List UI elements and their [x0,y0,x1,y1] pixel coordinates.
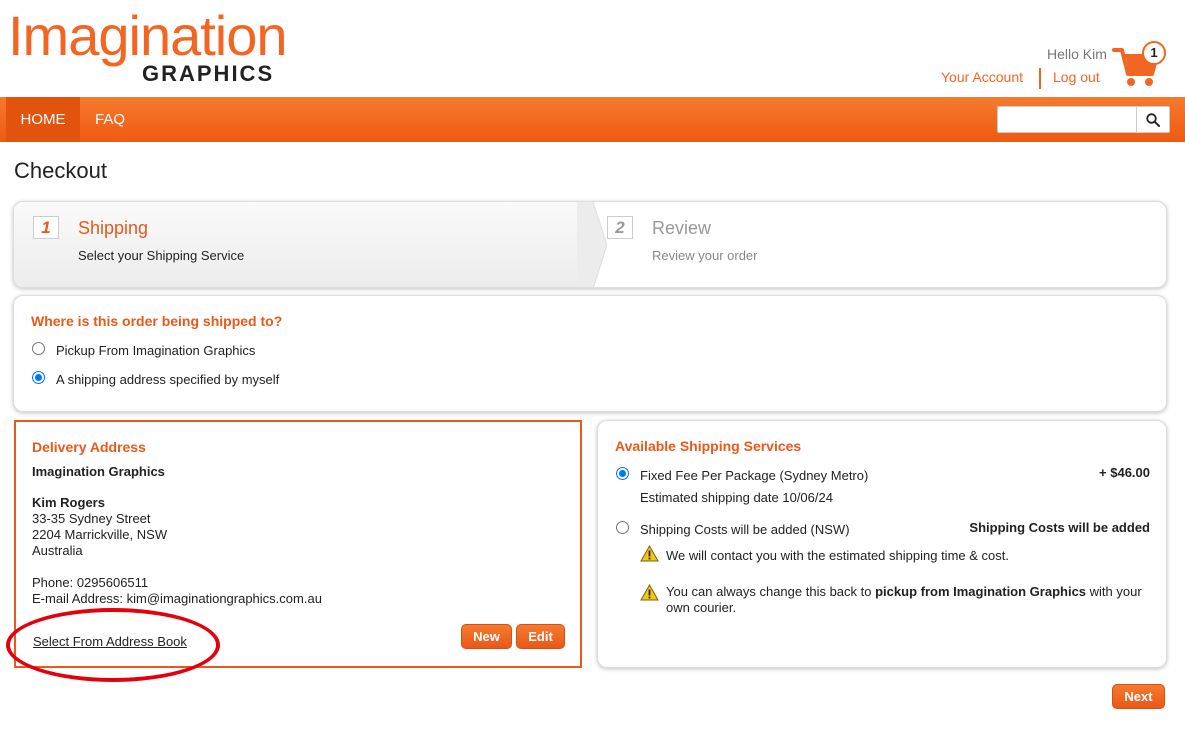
contact-note: We will contact you with the estimated s… [666,548,1009,563]
site-logo[interactable]: Imagination GRAPHICS [8,8,328,88]
search-input[interactable] [998,107,1136,132]
highlight-annotation-ellipse [6,608,220,682]
pickup-radio-label[interactable]: Pickup From Imagination Graphics [56,343,255,358]
pickup-note-line2: own courier. [666,600,737,615]
nsw-costs-price: Shipping Costs will be added [969,520,1150,535]
ship-to-question: Where is this order being shipped to? [31,313,283,329]
site-header: Imagination GRAPHICS Hello Kim Your Acco… [0,0,1185,97]
ship-to-panel: Where is this order being shipped to? Pi… [13,295,1167,412]
delivery-city: 2204 Marrickville, NSW [32,527,168,542]
search-button[interactable] [1136,107,1169,132]
estimated-shipping-date: Estimated shipping date 10/06/24 [640,490,833,505]
delivery-address-title: Delivery Address [32,439,146,455]
warning-icon [640,545,659,562]
fixed-fee-radio[interactable] [616,467,629,480]
fixed-fee-label[interactable]: Fixed Fee Per Package (Sydney Metro) [640,468,868,483]
delivery-email: E-mail Address: kim@imaginationgraphics.… [32,591,322,606]
pickup-note-bold: pickup from Imagination Graphics [875,584,1087,599]
step-active-background [14,202,594,287]
pickup-note: You can always change this back to picku… [666,584,1156,599]
pickup-note-text: You can always change this back to [666,584,876,599]
logout-link[interactable]: Log out [1053,69,1100,85]
warning-icon [640,584,659,601]
delivery-country: Australia [32,543,83,558]
own-address-radio-label[interactable]: A shipping address specified by myself [56,372,279,387]
search-icon [1146,112,1160,127]
edit-address-button[interactable]: Edit [516,624,565,649]
cart-count-badge: 1 [1142,41,1166,65]
step-2-number: 2 [607,216,633,239]
step-1-number: 1 [33,216,59,239]
search-box [997,106,1170,133]
new-address-button[interactable]: New [461,624,512,649]
nav-item-home[interactable]: HOME [6,97,80,142]
nsw-costs-label[interactable]: Shipping Costs will be added (NSW) [640,522,850,537]
step-2-title[interactable]: Review [652,218,711,239]
pickup-radio[interactable] [32,342,45,355]
logo-main-text: Imagination [8,4,288,67]
main-nav: HOME FAQ [0,97,1185,142]
your-account-link[interactable]: Your Account [941,69,1023,85]
nav-item-faq[interactable]: FAQ [84,97,136,142]
delivery-phone: Phone: 0295606511 [32,575,149,590]
checkout-steps: 1 Shipping Select your Shipping Service … [13,201,1167,288]
step-1-subtitle: Select your Shipping Service [78,248,245,263]
step-2-subtitle: Review your order [652,248,758,263]
delivery-street: 33-35 Sydney Street [32,511,151,526]
delivery-company: Imagination Graphics [32,464,165,479]
delivery-name: Kim Rogers [32,495,105,510]
logo-sub-text: GRAPHICS [142,61,275,86]
shipping-services-title: Available Shipping Services [615,438,802,454]
next-button[interactable]: Next [1112,684,1165,709]
pickup-note-tail: with your [1086,584,1142,599]
step-1-title[interactable]: Shipping [78,218,148,239]
page-title: Checkout [14,158,107,183]
header-divider [1039,68,1041,89]
greeting: Hello Kim [1047,46,1107,62]
fixed-fee-price: + $46.00 [1099,465,1150,480]
step-arrow-divider [577,202,607,287]
nsw-costs-radio[interactable] [616,521,629,534]
own-address-radio[interactable] [32,371,45,384]
shipping-services-panel: Available Shipping Services Fixed Fee Pe… [597,420,1167,668]
